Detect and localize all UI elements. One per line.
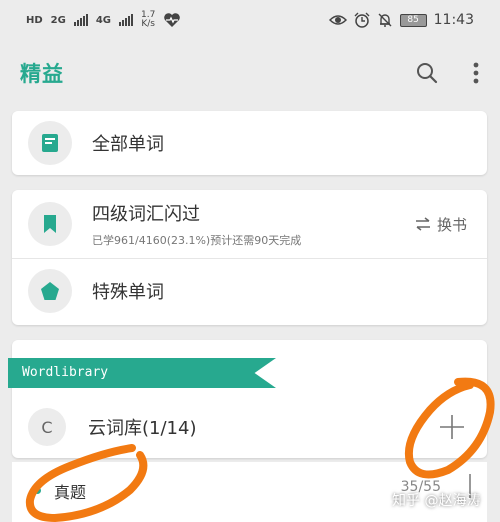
more-vert-icon[interactable] (472, 61, 480, 85)
all-words-label: 全部单词 (92, 134, 164, 155)
wordlibrary-ribbon: Wordlibrary (8, 358, 276, 388)
book-icon (42, 134, 58, 152)
cet4-progress: 已学961/4160(23.1%)预计还需90天完成 (92, 234, 302, 247)
bookmark-icon (44, 215, 56, 233)
all-words-card[interactable]: 全部单词 (12, 111, 487, 175)
cet4-row[interactable]: 四级词汇闪过 已学961/4160(23.1%)预计还需90天完成 换书 (12, 190, 487, 258)
status-dot (34, 487, 41, 494)
alarm-icon (354, 12, 370, 28)
signal-icon (73, 14, 88, 26)
signal-4g-label: 4G (95, 14, 112, 26)
book-icon-badge (28, 121, 72, 165)
search-icon[interactable] (416, 62, 438, 84)
swap-icon (415, 217, 430, 231)
plus-icon[interactable] (439, 414, 465, 440)
bell-off-icon (378, 13, 392, 27)
status-bar: HD 2G 4G 1.7 K/s 85 11:43 (0, 0, 500, 40)
word-library-card: Wordlibrary C 云词库(1/14) (8, 340, 487, 458)
zhenti-label: 真题 (54, 483, 87, 502)
signal-icon (119, 14, 134, 26)
heartbeat-icon (164, 13, 181, 27)
word-book-card: 四级词汇闪过 已学961/4160(23.1%)预计还需90天完成 换书 特殊单… (12, 190, 487, 325)
eye-icon (328, 15, 347, 25)
app-bar: 精益 (0, 40, 500, 106)
network-speed: 1.7 K/s (141, 11, 155, 29)
speed-unit: K/s (141, 19, 155, 29)
swap-book-label: 换书 (436, 215, 467, 234)
cloud-library-letter: C (41, 417, 53, 437)
app-title: 精益 (20, 62, 64, 86)
cloud-library-row[interactable]: C 云词库(1/14) (12, 400, 487, 454)
pentagon-icon-badge (28, 269, 72, 313)
battery-indicator: 85 (399, 13, 427, 27)
cloud-library-label: 云词库(1/14) (88, 418, 197, 439)
bookmark-icon-badge (28, 202, 72, 246)
clock: 11:43 (433, 12, 474, 28)
signal-2g-label: 2G (50, 14, 66, 26)
cloud-library-badge: C (28, 408, 66, 446)
cet4-title: 四级词汇闪过 (92, 204, 200, 225)
special-words-label: 特殊单词 (92, 282, 164, 303)
hd-indicator: HD (26, 14, 43, 26)
swap-book-button[interactable]: 换书 (415, 214, 467, 235)
watermark: 知乎 @赵海涛 (392, 493, 481, 509)
special-words-row[interactable]: 特殊单词 (12, 258, 487, 324)
pentagon-icon (41, 282, 59, 300)
